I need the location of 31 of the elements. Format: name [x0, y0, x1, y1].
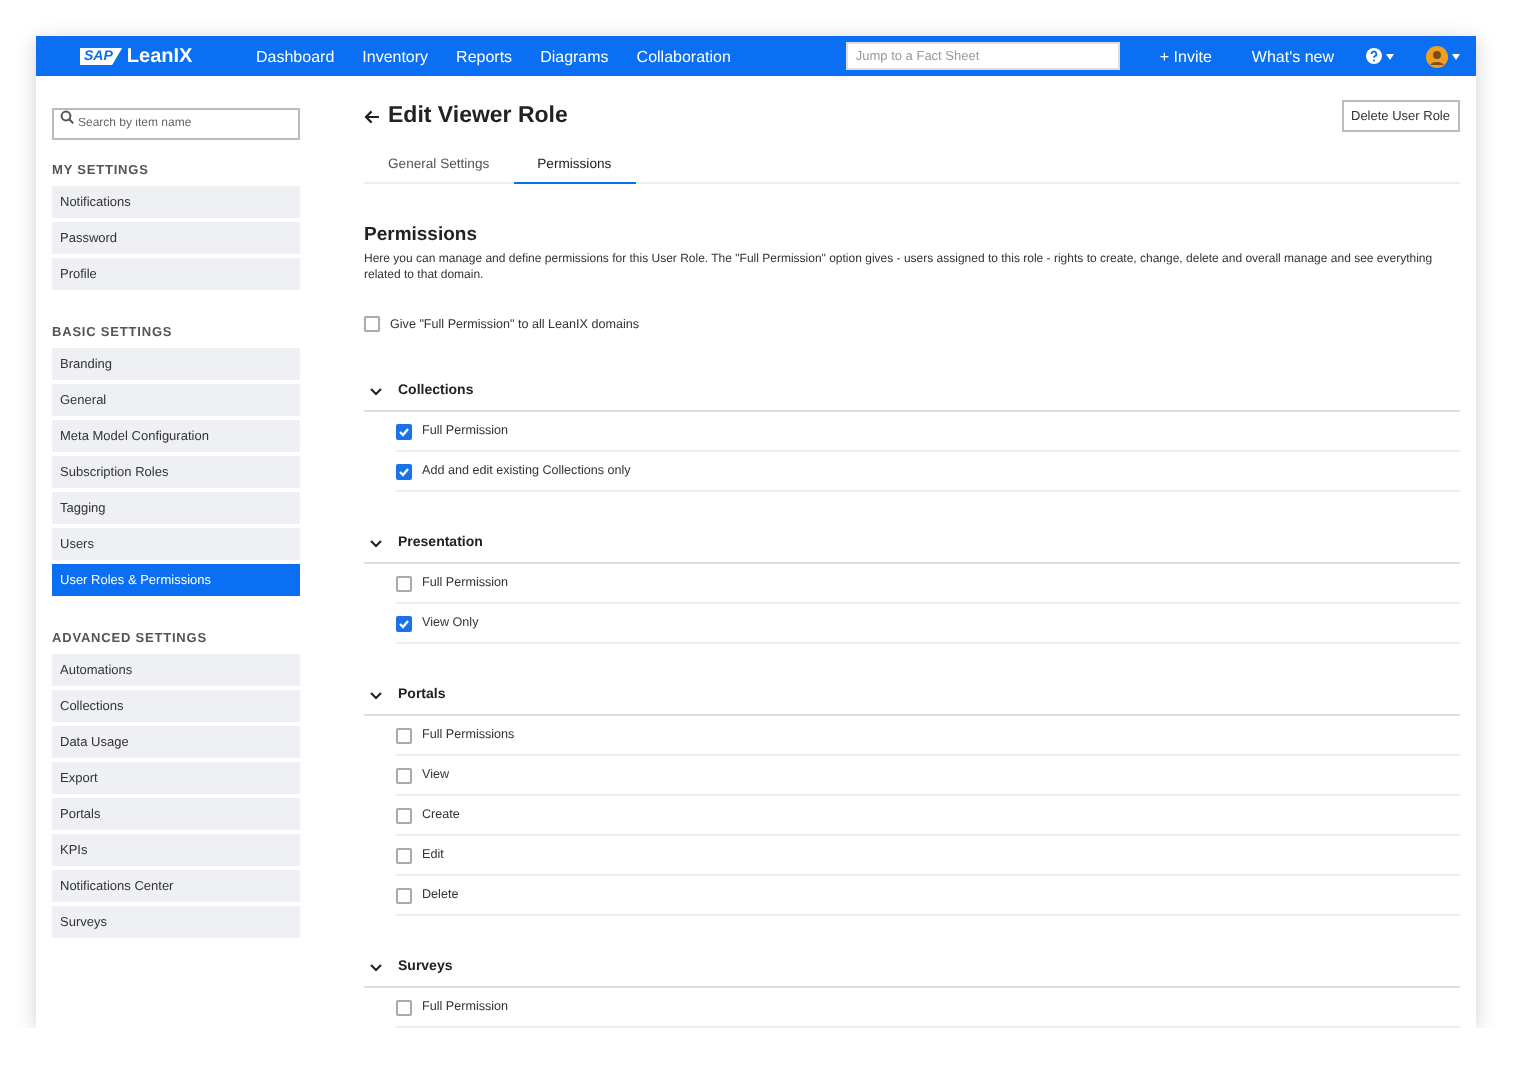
page-title: Edit Viewer Role: [388, 104, 568, 128]
chevron-icon[interactable]: [370, 691, 382, 699]
avatar-icon[interactable]: [1426, 45, 1448, 67]
caret-icon[interactable]: [1386, 53, 1394, 59]
section-title: Permissions: [364, 224, 479, 246]
nav-link[interactable]: Collaboration: [636, 47, 731, 65]
checkbox[interactable]: [396, 999, 412, 1015]
nav-link[interactable]: Dashboard: [256, 47, 335, 65]
whats-new-link[interactable]: What's new: [1251, 47, 1334, 65]
logo-text: LeanIX: [126, 45, 193, 67]
checkbox[interactable]: [396, 767, 412, 783]
chevron-icon[interactable]: [370, 963, 382, 971]
nav-link[interactable]: Diagrams: [540, 47, 609, 65]
checkbox[interactable]: [396, 575, 412, 591]
checkbox[interactable]: [364, 316, 380, 332]
nav-link[interactable]: Inventory: [362, 47, 429, 65]
search-icon: [60, 109, 74, 123]
checkbox[interactable]: [396, 615, 412, 631]
checkbox[interactable]: [396, 463, 412, 479]
help-icon[interactable]: [1366, 48, 1382, 64]
back-arrow-icon[interactable]: [364, 109, 380, 123]
checkbox[interactable]: [396, 887, 412, 903]
checkbox[interactable]: [396, 423, 412, 439]
checkbox[interactable]: [396, 727, 412, 743]
invite-link[interactable]: + Invite: [1159, 47, 1212, 65]
caret-icon[interactable]: [1452, 53, 1460, 59]
checkbox[interactable]: [396, 847, 412, 863]
nav-link[interactable]: Reports: [456, 47, 513, 65]
chevron-icon[interactable]: [370, 387, 382, 395]
chevron-icon[interactable]: [370, 539, 382, 547]
checkbox[interactable]: [396, 807, 412, 823]
